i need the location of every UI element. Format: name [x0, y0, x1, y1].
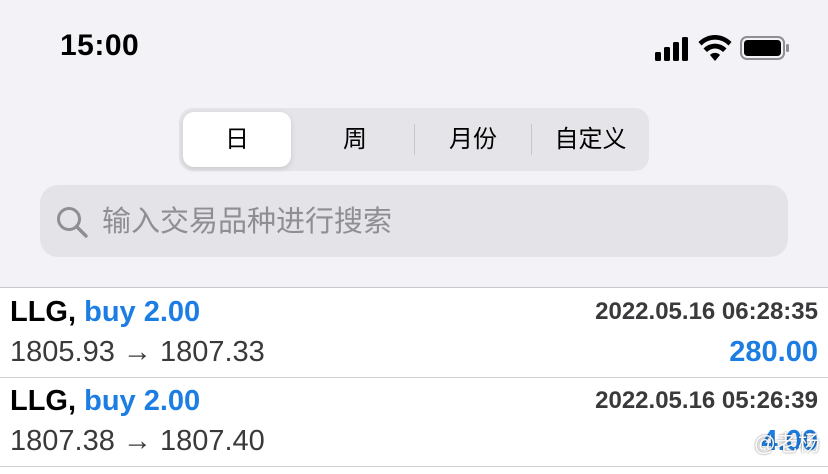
segment-month[interactable]: 月份	[415, 108, 531, 171]
segment-week[interactable]: 周	[296, 108, 414, 171]
segment-custom[interactable]: 自定义	[532, 108, 649, 171]
trade-symbol: LLG,	[10, 385, 77, 417]
trade-title: LLG, buy 2.00	[10, 296, 200, 329]
trade-row[interactable]: LLG, buy 2.00 2022.05.16 05:26:39 1807.3…	[0, 377, 828, 467]
trade-action: buy 2.00	[84, 296, 201, 328]
trade-history-list: LLG, buy 2.00 2022.05.16 06:28:35 1805.9…	[0, 287, 828, 474]
trade-action: buy 2.00	[84, 385, 201, 417]
wifi-icon	[698, 35, 732, 61]
trade-profit: 280.00	[729, 336, 818, 368]
trade-title: LLG, buy 2.00	[10, 385, 200, 418]
period-segmented-control: 日 周 月份 自定义	[179, 108, 649, 171]
trade-datetime: 2022.05.16 06:28:35	[595, 298, 818, 325]
battery-icon	[740, 36, 789, 60]
trade-prices: 1805.93 → 1807.33	[10, 336, 265, 368]
search-icon	[57, 207, 88, 238]
segment-day[interactable]: 日	[183, 108, 291, 171]
search-input[interactable]	[100, 185, 774, 259]
status-bar: 15:00	[0, 0, 828, 95]
watermark-text: @老杨	[753, 431, 820, 456]
cellular-signal-icon	[655, 37, 689, 61]
status-time: 15:00	[60, 29, 140, 62]
trade-row[interactable]: LLG, buy 2.00 2022.05.16 06:28:35 1805.9…	[0, 288, 828, 378]
trade-symbol: LLG,	[10, 296, 77, 328]
trade-prices: 1807.38 → 1807.40	[10, 425, 265, 457]
trade-datetime: 2022.05.16 05:26:39	[595, 387, 818, 414]
search-bar[interactable]	[40, 185, 788, 259]
